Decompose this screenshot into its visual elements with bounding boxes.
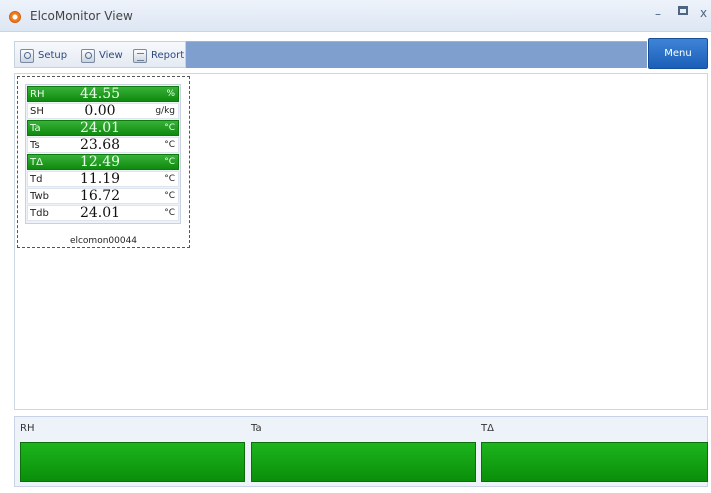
reading-value: 24.01 xyxy=(79,205,121,221)
title-bar: ElcoMonitor View – x xyxy=(0,0,711,32)
bar-label-rh: RH xyxy=(20,423,35,434)
reading-row: TΔ 12.49 °C xyxy=(27,154,179,170)
bar-label-ta: Ta xyxy=(251,423,262,434)
toolbar-button-group: Setup View Report xyxy=(14,41,186,68)
reading-unit: °C xyxy=(164,208,175,218)
device-card[interactable]: RH 44.55% SH 0.00 g/kg Ta 24.01 °C Ts 23.68 °C TΔ 12… xyxy=(17,76,190,248)
setup-icon xyxy=(20,48,34,63)
view-label: View xyxy=(99,50,123,61)
report-icon xyxy=(133,48,147,63)
reading-unit: °C xyxy=(164,157,175,167)
close-button[interactable]: x xyxy=(700,6,707,20)
bar-tdelta xyxy=(481,442,708,482)
toolbar-band xyxy=(186,41,647,68)
reading-value: 44.55 xyxy=(79,86,121,102)
setup-label: Setup xyxy=(38,50,68,61)
reading-value: 0.00 xyxy=(84,103,116,119)
reading-unit: °C xyxy=(164,174,175,184)
minimize-button[interactable]: – xyxy=(655,7,661,21)
report-button[interactable]: Report xyxy=(133,47,184,64)
reading-row: Td 11.19 °C xyxy=(27,171,179,187)
reading-label: SH xyxy=(30,105,44,117)
reading-unit: °C xyxy=(164,140,175,150)
app-icon xyxy=(9,11,21,23)
reading-value: 12.49 xyxy=(79,154,121,170)
reading-unit: g/kg xyxy=(155,106,175,116)
readings-table: RH 44.55% SH 0.00 g/kg Ta 24.01 °C Ts 23.68 °C TΔ 12… xyxy=(25,84,181,224)
reading-row: Ta 24.01 °C xyxy=(27,120,179,136)
bar-ta xyxy=(251,442,476,482)
toolbar: Setup View Report Menu xyxy=(14,38,708,69)
reading-label: Td xyxy=(30,173,43,185)
bar-rh xyxy=(20,442,245,482)
bar-label-tdelta: TΔ xyxy=(481,423,494,434)
reading-row: SH 0.00 g/kg xyxy=(27,103,179,119)
reading-unit: °C xyxy=(164,123,175,133)
reading-value: 23.68 xyxy=(79,137,121,153)
reading-label: Tdb xyxy=(30,207,49,219)
magnifier-icon xyxy=(81,48,95,63)
reading-label: RH xyxy=(30,88,45,100)
reading-value: 11.19 xyxy=(79,171,121,187)
reading-label: Twb xyxy=(30,190,49,202)
maximize-button[interactable] xyxy=(678,6,688,15)
menu-button[interactable]: Menu xyxy=(648,38,708,69)
window-title: ElcoMonitor View xyxy=(30,9,133,23)
view-button[interactable]: View xyxy=(81,47,123,64)
setup-button[interactable]: Setup xyxy=(20,47,67,64)
reading-label: Ts xyxy=(30,139,40,151)
reading-row: Twb 16.72 °C xyxy=(27,188,179,204)
reading-value: 16.72 xyxy=(79,188,121,204)
reading-unit: % xyxy=(166,89,175,99)
reading-unit: °C xyxy=(164,191,175,201)
reading-row: Ts 23.68 °C xyxy=(27,137,179,153)
device-id: elcomon00044 xyxy=(69,236,138,246)
report-label: Report xyxy=(151,50,185,61)
reading-row: Tdb 24.01 °C xyxy=(27,205,179,221)
reading-value: 24.01 xyxy=(79,120,121,136)
reading-label: Ta xyxy=(30,122,41,134)
reading-row: RH 44.55% xyxy=(27,86,179,102)
reading-label: TΔ xyxy=(30,156,43,168)
